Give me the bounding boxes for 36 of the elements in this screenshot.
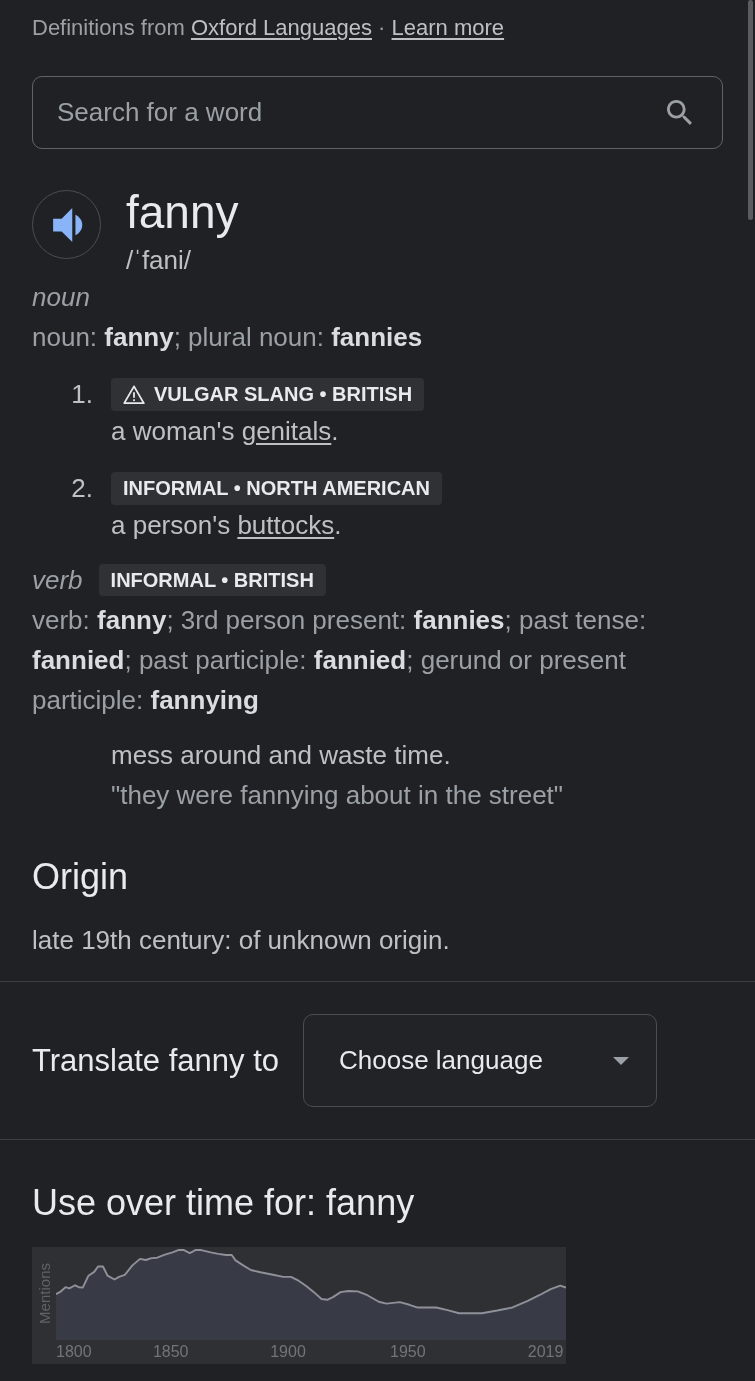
language-dropdown[interactable]: Choose language <box>303 1014 657 1107</box>
search-field[interactable]: Search for a word <box>32 76 723 149</box>
year-label: 1900 <box>270 1342 306 1362</box>
year-label: 1800 <box>56 1342 92 1362</box>
usage-label: INFORMAL • BRITISH <box>110 568 314 592</box>
origin-text: late 19th century: of unknown origin. <box>32 924 451 957</box>
part-of-speech: noun <box>32 281 90 314</box>
pronunciation: /ˈfani/ <box>126 244 193 277</box>
year-label: 1950 <box>390 1342 426 1362</box>
speaker-icon <box>52 207 83 242</box>
example-text: "they were fannying about in the street" <box>111 779 564 812</box>
source-note: Definitions from Oxford Languages · Learn more <box>32 14 506 42</box>
sense-number: 1. <box>71 378 93 411</box>
definition-link[interactable]: buttocks <box>237 510 335 540</box>
source-link[interactable]: Oxford Languages <box>190 15 372 40</box>
warning-icon <box>123 385 145 404</box>
caret-icon <box>613 1056 629 1065</box>
section-heading: Origin <box>32 855 130 899</box>
definition-text: a woman's genitals. <box>111 415 339 448</box>
section-heading: Use over time for: fanny <box>32 1181 416 1225</box>
word-forms: noun: fanny; plural noun: fannies <box>32 321 424 354</box>
year-label: 2019 <box>527 1342 564 1362</box>
definition-text: mess around and waste time. <box>111 739 451 772</box>
usage-label: INFORMAL • NORTH AMERICAN <box>123 477 430 500</box>
usage-label: VULGAR SLANG • BRITISH <box>154 383 413 406</box>
word-forms: verb: fanny; 3rd person present: fannies; past tense: fannied; past participle: fannied; gerund or present participle: fannying <box>32 604 648 717</box>
definition-text: a person's buttocks. <box>111 509 342 542</box>
definition-link[interactable]: genitals <box>241 416 332 446</box>
search-icon[interactable] <box>667 100 692 125</box>
year-label: 1850 <box>152 1342 189 1362</box>
translate-label: Translate fanny to <box>32 1042 279 1079</box>
learn-more-link[interactable]: Learn more <box>391 15 505 40</box>
scrollbar[interactable] <box>748 0 753 220</box>
part-of-speech: verb <box>32 564 83 597</box>
headword: fanny <box>126 186 239 238</box>
sense-number: 2. <box>71 472 93 505</box>
